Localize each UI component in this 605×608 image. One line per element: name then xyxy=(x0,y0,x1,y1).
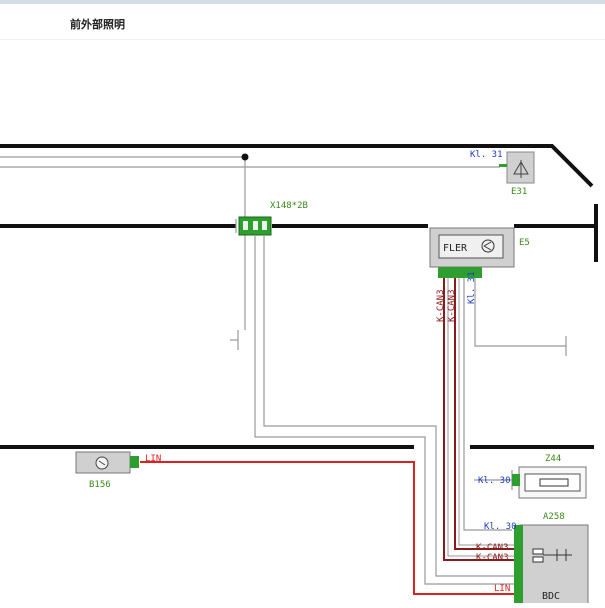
b156-label: B156 xyxy=(89,480,111,490)
a258-pin-label-3: K-CAN3 xyxy=(476,553,509,563)
wiring-diagram[interactable]: E31 Kl. 31 X148*2B FLER E5 K-CAN3 K-CAN3… xyxy=(0,40,605,608)
lin-wire xyxy=(140,461,514,595)
z44-pin-label: Kl. 30 xyxy=(478,476,511,486)
a258-pin-label-4: LIN xyxy=(494,584,510,594)
x148-label: X148*2B xyxy=(270,201,308,211)
b156-wire-label: LIN xyxy=(145,454,161,464)
page-title: 前外部照明 xyxy=(70,18,125,31)
x148-connector[interactable]: X148*2B xyxy=(238,201,308,236)
e5-wire-label-2: K-CAN3 xyxy=(447,289,457,322)
e5-component[interactable]: FLER E5 K-CAN3 K-CAN3 Kl. 31 xyxy=(429,227,530,322)
e5-wire-label-1: K-CAN3 xyxy=(436,289,446,322)
e5-label: E5 xyxy=(519,238,530,248)
e5-box-text: FLER xyxy=(443,243,468,254)
a258-box-text: BDC xyxy=(542,591,560,602)
b156-component[interactable]: B156 LIN xyxy=(75,451,161,490)
a258-label: A258 xyxy=(543,512,565,522)
header-bar: 前外部照明 xyxy=(0,0,605,40)
frame-lines xyxy=(0,144,598,449)
z44-component[interactable]: Z44 Kl. 30 xyxy=(478,454,587,499)
connector-pin xyxy=(499,164,507,167)
e5-wire-label-3: Kl. 31 xyxy=(467,271,477,304)
e31-component[interactable]: E31 Kl. 31 xyxy=(470,150,535,197)
a258-pin-label-2: K-CAN3 xyxy=(476,543,509,553)
sensor-icon xyxy=(95,456,109,470)
junction-dot xyxy=(241,153,249,161)
z44-connector xyxy=(512,474,520,486)
b156-connector xyxy=(130,456,139,468)
e31-label: E31 xyxy=(511,187,527,197)
a258-pin-label-1: Kl. 30 xyxy=(484,522,517,532)
e31-pin-label: Kl. 31 xyxy=(470,150,503,160)
a258-component[interactable]: BDC A258 Kl. 30 K-CAN3 K-CAN3 LIN xyxy=(476,512,589,608)
a258-connector xyxy=(514,525,523,605)
z44-label: Z44 xyxy=(545,454,561,464)
harness-lines xyxy=(0,156,567,585)
can-wire-grey-pair xyxy=(447,262,514,557)
